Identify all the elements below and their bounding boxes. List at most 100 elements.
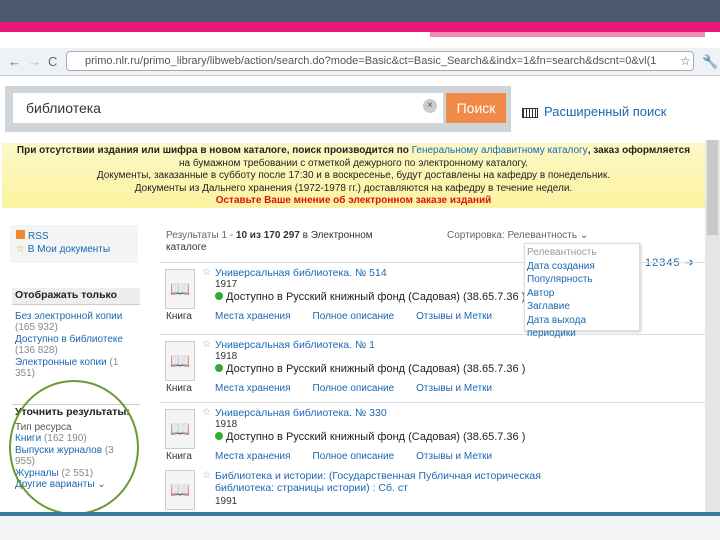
slide-header-bar: [0, 0, 720, 22]
facet-label: Без электронной копии: [15, 310, 123, 322]
availability: Доступно в Русский книжный фонд (Садовая…: [215, 291, 525, 303]
book-icon[interactable]: 📖: [165, 470, 195, 510]
back-icon[interactable]: ←: [8, 54, 21, 69]
star-icon[interactable]: ☆: [202, 407, 211, 418]
reviews-tab[interactable]: Отзывы и Метки: [416, 311, 492, 322]
availability-text: Доступно в Русский книжный фонд (Садовая…: [226, 363, 526, 375]
more-options-label: Другие варианты: [15, 479, 95, 490]
result-year: 1918: [215, 351, 238, 362]
sort-label: Сортировка:: [447, 230, 505, 241]
facet-title: Отображать только: [12, 288, 140, 305]
result-title[interactable]: Универсальная библиотека. № 330: [215, 407, 387, 419]
notice-banner: При отсутствии издания или шифра в новом…: [2, 143, 705, 208]
sort-option[interactable]: Дата выхода периодики: [527, 314, 637, 341]
available-dot-icon: [215, 432, 223, 440]
facet-title: Уточнить результаты:: [12, 404, 140, 421]
facet-item[interactable]: Доступно в библиотеке (136 828): [15, 334, 133, 357]
more-options-link[interactable]: Другие варианты ⌄: [15, 479, 133, 491]
catalog-link[interactable]: Генеральному алфавитному каталогу: [412, 145, 588, 156]
rss-label: RSS: [28, 231, 49, 242]
availability: Доступно в Русский книжный фонд (Садовая…: [215, 363, 525, 375]
sort-option[interactable]: Популярность: [527, 273, 637, 287]
clear-icon[interactable]: ×: [423, 99, 437, 113]
forward-icon[interactable]: →: [28, 54, 41, 69]
facet-item[interactable]: Электронные копии (1 351): [15, 357, 133, 380]
facet-count: (136 828): [15, 345, 58, 356]
my-documents-link[interactable]: ☆ В Мои документы: [16, 243, 132, 256]
result-type: Книга: [166, 383, 192, 394]
details-tab[interactable]: Полное описание: [313, 311, 395, 322]
result-title[interactable]: Универсальная библиотека. № 1: [215, 339, 375, 351]
chevron-down-icon: ⌄: [94, 479, 106, 490]
details-tab[interactable]: Полное описание: [313, 451, 395, 462]
facet-label: Электронные копии: [15, 356, 107, 368]
result-actions: Места хранения Полное описание Отзывы и Ме…: [215, 383, 514, 394]
result-type: Книга: [166, 451, 192, 462]
facet-item[interactable]: Книги (162 190): [15, 433, 133, 445]
result-year: 1991: [215, 496, 238, 507]
search-input[interactable]: библиотека: [13, 93, 443, 123]
sidebar-tools: RSS ☆ В Мои документы: [10, 225, 138, 263]
chevron-down-icon: ⌄: [577, 230, 589, 241]
locations-tab[interactable]: Места хранения: [215, 451, 291, 462]
sort-option[interactable]: Автор: [527, 287, 637, 301]
search-button[interactable]: Поиск: [446, 93, 506, 123]
notice-text: на бумажном требовании с отметкой дежурн…: [179, 157, 528, 169]
sort-control[interactable]: Сортировка: Релевантность ⌄: [447, 230, 588, 241]
sort-option[interactable]: Дата создания: [527, 260, 637, 274]
result-title[interactable]: Универсальная библиотека. № 514: [215, 267, 387, 279]
details-tab[interactable]: Полное описание: [313, 383, 395, 394]
available-dot-icon: [215, 364, 223, 372]
facet-count: (162 190): [43, 433, 87, 444]
result-year: 1917: [215, 279, 238, 290]
result-actions: Места хранения Полное описание Отзывы и Ме…: [215, 311, 514, 322]
star-icon[interactable]: ☆: [202, 470, 211, 481]
star-icon[interactable]: ☆: [202, 267, 211, 278]
facet-item[interactable]: Журналы (2 551): [15, 468, 133, 480]
search-bar: библиотека × Поиск: [5, 86, 511, 132]
locations-tab[interactable]: Места хранения: [215, 383, 291, 394]
reload-icon[interactable]: C: [48, 54, 57, 69]
available-dot-icon: [215, 292, 223, 300]
rss-link[interactable]: RSS: [16, 230, 132, 243]
result-year: 1918: [215, 419, 238, 430]
sort-option[interactable]: Релевантность: [527, 246, 637, 260]
wrench-icon[interactable]: 🔧: [702, 54, 718, 70]
feedback-link[interactable]: Оставьте Ваше мнение об электронном зака…: [2, 195, 705, 208]
book-icon[interactable]: 📖: [165, 269, 195, 309]
summary-text: Результаты 1 -: [166, 230, 236, 241]
accent-band: [0, 22, 720, 32]
my-documents-label: В Мои документы: [27, 244, 111, 255]
notice-text: Документы из Дальнего хранения (1972-197…: [134, 182, 573, 194]
facet-subtitle: Тип ресурса: [15, 421, 72, 433]
notice-text: При отсутствии издания или шифра в новом…: [16, 145, 412, 156]
sort-option[interactable]: Заглавие: [527, 300, 637, 314]
facet-item[interactable]: Без электронной копии (165 932): [15, 311, 133, 334]
sort-value: Релевантность: [507, 230, 578, 241]
facet-label: Журналы: [15, 467, 59, 479]
keyboard-icon: [522, 107, 538, 118]
book-icon[interactable]: 📖: [165, 341, 195, 381]
scrollbar-thumb[interactable]: [707, 140, 718, 235]
star-icon: ☆: [16, 244, 28, 255]
locations-tab[interactable]: Места хранения: [215, 311, 291, 322]
browser-toolbar: ← → C primo.nlr.ru/primo_library/libweb/…: [0, 48, 720, 76]
facet-label: Доступно в библиотеке: [15, 333, 123, 345]
summary-range: 10 из 170 297: [235, 230, 300, 241]
result-actions: Места хранения Полное описание Отзывы и Ме…: [215, 451, 514, 462]
bookmark-star-icon[interactable]: ☆: [680, 54, 691, 68]
refine-facet: Уточнить результаты: Тип ресурса Книги (…: [12, 404, 140, 492]
sort-dropdown: Релевантность Дата создания Популярность…: [524, 243, 640, 339]
facet-item[interactable]: Выпуски журналов (3 955): [15, 445, 133, 468]
address-bar[interactable]: primo.nlr.ru/primo_library/libweb/action…: [66, 51, 694, 71]
results-summary: Результаты 1 - 10 из 170 297 в Электронн…: [166, 230, 406, 253]
reviews-tab[interactable]: Отзывы и Метки: [416, 451, 492, 462]
facet-count: (2 551): [61, 467, 94, 479]
result-title[interactable]: Библиотека и истории: (Государственная П…: [215, 470, 555, 494]
notice-text: , заказ оформляется: [587, 145, 691, 156]
result-item: 📖 Книга ☆ Универсальная библиотека. № 1 1…: [160, 334, 705, 398]
star-icon[interactable]: ☆: [202, 339, 211, 350]
reviews-tab[interactable]: Отзывы и Метки: [416, 383, 492, 394]
book-icon[interactable]: 📖: [165, 409, 195, 449]
advanced-search-link[interactable]: Расширенный поиск: [522, 104, 666, 119]
